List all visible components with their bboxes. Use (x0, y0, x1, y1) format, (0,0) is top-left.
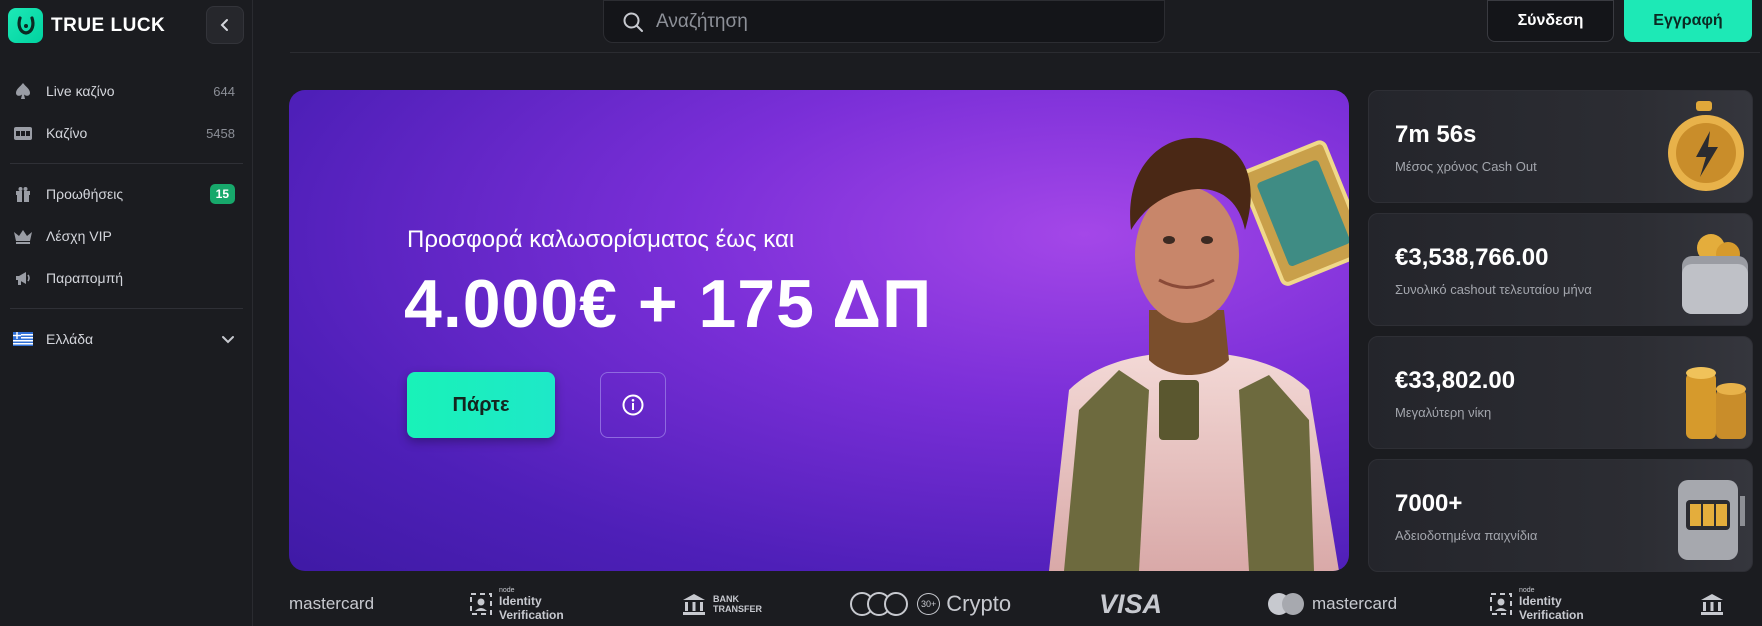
search-input[interactable]: Αναζήτηση (603, 0, 1165, 43)
payment-label: BANK (713, 594, 739, 604)
chevron-down-icon (222, 336, 234, 344)
sidebar-item-live-casino[interactable]: Live καζίνο 644 (0, 70, 253, 112)
payment-label: node (1519, 586, 1535, 594)
login-button[interactable]: Σύνδεση (1487, 0, 1614, 42)
sidebar-item-vip-club[interactable]: Λέσχη VIP (0, 215, 253, 257)
divider (10, 163, 243, 164)
stat-card-biggest-win: €33,802.00 Μεγαλύτερη νίκη (1368, 336, 1753, 449)
slot-machine-icon (12, 122, 34, 144)
claim-offer-button[interactable]: Πάρτε (407, 372, 555, 438)
mastercard-logo: mastercard (1266, 586, 1397, 622)
divider (10, 308, 243, 309)
chevron-left-icon (220, 19, 228, 31)
megaphone-icon (12, 267, 34, 289)
spade-icon (12, 80, 34, 102)
payment-label: Verification (1519, 607, 1584, 622)
search-icon (623, 12, 643, 32)
offer-subtitle: Προσφορά καλωσορίσματος έως και (407, 226, 795, 253)
identity-verification-logo: node Identity Verification (1489, 586, 1584, 622)
crypto-more-count: 30+ (917, 593, 941, 615)
mastercard-circles-icon (1268, 593, 1304, 615)
payment-label: node (499, 586, 515, 594)
offer-title: 4.000€ + 175 ΔΠ (404, 266, 933, 342)
brand-name: TRUE LUCK (51, 14, 166, 36)
stopwatch-icon (1668, 101, 1744, 191)
slot-machine-icon (1678, 480, 1745, 560)
search-placeholder: Αναζήτηση (656, 10, 748, 32)
sidebar-item-casino[interactable]: Καζίνο 5458 (0, 112, 253, 154)
register-button[interactable]: Εγγραφή (1624, 0, 1752, 42)
crypto-logo: 30+ Crypto (849, 586, 1011, 622)
payment-label: TRANSFER (713, 604, 762, 614)
gift-icon (12, 183, 34, 205)
payment-label: Identity (499, 593, 542, 608)
bank-icon (683, 594, 705, 615)
coins-icon (1686, 367, 1746, 439)
payment-label: Identity (1519, 593, 1562, 608)
mastercard-logo: mastercard (289, 586, 374, 622)
crypto-coins-icon (850, 592, 908, 616)
sidebar-nav: Live καζίνο 644 Καζίνο 5458 Προωθήσεις 1… (0, 70, 253, 360)
payment-methods-strip: mastercard node Identity Verification BA… (289, 586, 1762, 622)
greek-flag-icon (12, 328, 34, 350)
sidebar-item-label: Live καζίνο (46, 83, 115, 99)
sidebar: TRUE LUCK Live καζίνο 644 Καζίνο 5458 Πρ… (0, 0, 253, 626)
sidebar-item-label: Καζίνο (46, 125, 88, 141)
info-icon (622, 394, 644, 416)
header-divider (290, 52, 1760, 53)
welcome-offer-banner[interactable]: Προσφορά καλωσορίσματος έως και 4.000€ +… (289, 90, 1349, 571)
payment-label: mastercard (1312, 594, 1398, 613)
stat-card-licensed-games: 7000+ Αδειοδοτημένα παιχνίδια (1368, 459, 1753, 572)
promotions-count-badge: 15 (209, 184, 235, 204)
sidebar-item-promotions[interactable]: Προωθήσεις 15 (0, 173, 253, 215)
stat-card-monthly-cashout: €3,538,766.00 Συνολικό cashout τελευταίο… (1368, 213, 1753, 326)
adventurer-character-image (1049, 137, 1349, 571)
item-count: 5458 (206, 125, 235, 141)
bank-transfer-logo: BANK TRANSFER (681, 586, 762, 622)
stat-card-cashout-time: 7m 56s Μέσος χρόνος Cash Out (1368, 90, 1753, 203)
wallet-icon (1682, 234, 1748, 314)
identity-verification-logo: node Identity Verification (469, 586, 564, 622)
payment-label: Crypto (946, 591, 1012, 616)
sidebar-item-referral[interactable]: Παραπομπή (0, 257, 253, 299)
crown-icon (12, 225, 34, 247)
offer-info-button[interactable] (600, 372, 666, 438)
language-label: Ελλάδα (46, 331, 94, 347)
logo[interactable]: TRUE LUCK (8, 8, 165, 43)
sidebar-item-label: Λέσχη VIP (46, 228, 112, 244)
item-count: 644 (213, 83, 235, 99)
bank-transfer-logo (1699, 586, 1725, 622)
sidebar-item-label: Παραπομπή (46, 270, 124, 286)
identity-icon (1490, 593, 1512, 615)
identity-icon (470, 593, 492, 615)
bank-icon (1701, 594, 1723, 615)
payment-label: VISA (1099, 588, 1163, 619)
payment-label: Verification (499, 607, 564, 622)
stats-panel: 7m 56s Μέσος χρόνος Cash Out €3,538,766.… (1368, 90, 1753, 582)
collapse-sidebar-button[interactable] (206, 6, 244, 44)
language-selector[interactable]: Ελλάδα (0, 318, 253, 360)
payment-label: mastercard (289, 594, 375, 613)
sidebar-item-label: Προωθήσεις (46, 186, 124, 202)
visa-logo: VISA (1099, 586, 1162, 622)
horseshoe-logo-icon (8, 8, 43, 43)
